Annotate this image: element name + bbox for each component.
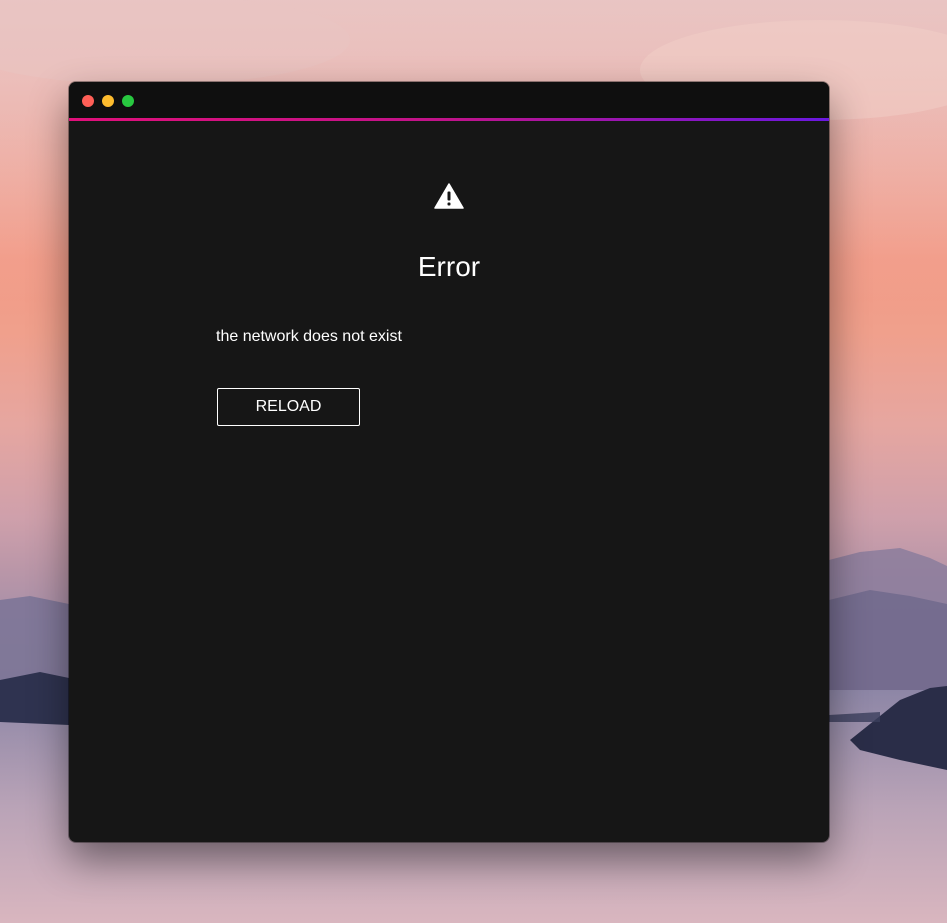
title-bar[interactable] <box>69 82 829 118</box>
warning-icon <box>434 183 464 209</box>
error-title: Error <box>417 251 481 282</box>
app-window: Error the network does not exist RELOAD <box>69 82 829 842</box>
reload-button[interactable]: RELOAD <box>217 388 360 426</box>
minimize-button[interactable] <box>102 95 114 107</box>
close-button[interactable] <box>82 95 94 107</box>
error-message: the network does not exist <box>216 328 402 345</box>
zoom-button[interactable] <box>122 95 134 107</box>
error-panel: Error the network does not exist RELOAD <box>69 121 829 842</box>
